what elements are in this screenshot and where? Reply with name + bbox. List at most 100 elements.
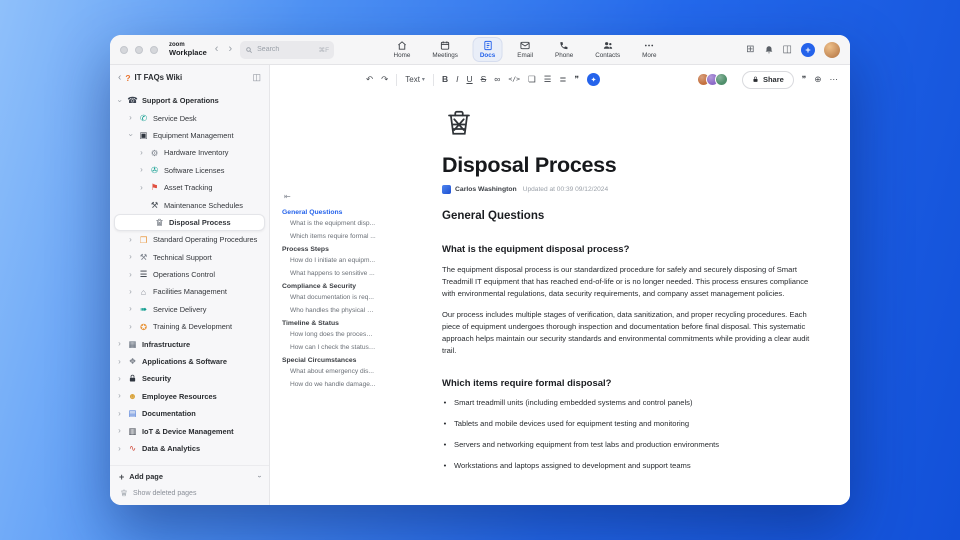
sidebar-item-service-delivery[interactable]: › ➠ Service Delivery (110, 301, 269, 318)
list-icon[interactable]: ☰ (544, 75, 552, 84)
nav-item-docs[interactable]: Docs (473, 38, 502, 61)
bullet-item[interactable]: • Smart treadmill units (including embedd… (442, 398, 820, 407)
doc-h3[interactable]: Which items require formal disposal? (442, 378, 820, 389)
chevron-right-icon[interactable]: › (116, 392, 123, 400)
sidebar-item-iot-device-management[interactable]: › ▥ IoT & Device Management (110, 422, 269, 439)
comments-panel-icon[interactable]: ❞ (802, 75, 807, 84)
chevron-right-icon[interactable]: › (127, 287, 134, 296)
chevron-right-icon[interactable]: › (127, 235, 134, 244)
bullet-item[interactable]: • Servers and networking equipment from t… (442, 440, 820, 449)
sidebar-item-equipment-management[interactable]: › ▣ Equipment Management (110, 127, 269, 144)
nav-item-contacts[interactable]: Contacts (589, 38, 626, 61)
collaborator-avatar[interactable] (714, 73, 728, 86)
doc-p[interactable]: The equipment disposal process is our st… (442, 264, 820, 299)
toc-item[interactable]: What about emergency dis... (282, 368, 376, 375)
maximize-window-button[interactable] (150, 45, 158, 54)
toc-collapse-icon[interactable]: ⇤ (284, 192, 376, 201)
sidebar-item-applications-software[interactable]: › ❖ Applications & Software (110, 353, 269, 370)
nav-item-home[interactable]: Home (388, 38, 417, 61)
sidebar-item-hardware-inventory[interactable]: › ⚙ Hardware Inventory (110, 144, 269, 161)
nav-item-more[interactable]: More (636, 38, 662, 61)
sidebar-item-training-development[interactable]: › ✪ Training & Development (110, 318, 269, 335)
toc-section[interactable]: Special Circumstances (282, 357, 376, 364)
sidebar-item-software-licenses[interactable]: › ✇ Software Licenses (110, 162, 269, 179)
new-item-plus-button[interactable]: + (801, 42, 815, 57)
chevron-right-icon[interactable]: › (116, 409, 123, 418)
close-window-button[interactable] (120, 45, 128, 54)
align-icon[interactable]: ≣ (559, 75, 566, 84)
chevron-right-icon[interactable]: › (127, 253, 134, 261)
underline-button[interactable]: U (466, 75, 472, 84)
nav-item-meetings[interactable]: Meetings (426, 38, 464, 61)
back-button[interactable]: ‹ (213, 44, 221, 55)
sidebar-item-employee-resources[interactable]: › ☻ Employee Resources (110, 388, 269, 405)
toc-item[interactable]: What documentation is req... (282, 294, 376, 301)
toc-section[interactable]: Timeline & Status (282, 320, 376, 327)
doc-h3[interactable]: What is the equipment disposal process? (442, 244, 820, 255)
toc-item[interactable]: How long does the process ... (282, 331, 376, 338)
sidebar-item-support-operations[interactable]: › ☎ Support & Operations (110, 92, 269, 109)
italic-button[interactable]: I (456, 75, 458, 84)
chevron-right-icon[interactable]: › (116, 374, 123, 383)
chevron-right-icon[interactable]: › (138, 148, 145, 157)
toc-item[interactable]: What is the equipment disp... (282, 220, 376, 227)
global-search-input[interactable]: Search ⌘F (240, 40, 335, 59)
apps-grid-icon[interactable]: ⊞ (746, 44, 754, 55)
undo-icon[interactable]: ↶ (366, 75, 373, 84)
chevron-right-icon[interactable]: › (127, 322, 134, 331)
notifications-bell-icon[interactable] (764, 45, 774, 55)
redo-icon[interactable]: ↷ (381, 75, 388, 84)
sidebar-item-standard-operating-procedures[interactable]: › ❐ Standard Operating Procedures (110, 231, 269, 248)
sidebar-back-icon[interactable]: ‹ (118, 72, 121, 83)
ai-companion-icon[interactable]: ✦ (587, 73, 601, 86)
doc-body[interactable]: General Questions What is the equipment d… (442, 210, 820, 470)
blocks-icon[interactable]: ❏ (528, 75, 536, 84)
bold-button[interactable]: B (442, 75, 448, 84)
chevron-right-icon[interactable]: › (127, 305, 134, 313)
code-icon[interactable]: </> (508, 76, 520, 83)
publish-globe-icon[interactable]: ⊕ (814, 75, 821, 84)
chevron-right-icon[interactable]: › (116, 427, 123, 435)
toc-item[interactable]: How do we handle damage... (282, 381, 376, 388)
more-options-icon[interactable]: ⋯ (830, 75, 839, 84)
strikethrough-button[interactable]: S (481, 75, 487, 84)
sidebar-item-security[interactable]: › Security (110, 370, 269, 387)
nav-item-phone[interactable]: Phone (549, 38, 579, 61)
sidebar-item-documentation[interactable]: › ▤ Documentation (110, 405, 269, 422)
chevron-right-icon[interactable]: › (116, 357, 123, 366)
toc-item[interactable]: What happens to sensitive ... (282, 270, 376, 277)
sidebar-item-technical-support[interactable]: › ⚒ Technical Support (110, 249, 269, 266)
chevron-down-icon[interactable]: › (255, 475, 262, 477)
forward-button[interactable]: › (226, 44, 234, 55)
sidebar-item-data-analytics[interactable]: › ∿ Data & Analytics (110, 440, 269, 457)
toc-item[interactable]: Who handles the physical di... (282, 307, 376, 314)
sidebar-panel-icon[interactable]: ◫ (252, 72, 261, 83)
sidebar-item-asset-tracking[interactable]: › ⚑ Asset Tracking (110, 179, 269, 196)
sidebar-item-facilities-management[interactable]: › ⌂ Facilities Management (110, 283, 269, 300)
chevron-down-icon[interactable]: › (127, 132, 136, 139)
user-avatar[interactable] (824, 41, 840, 58)
toc-section[interactable]: Compliance & Security (282, 283, 376, 290)
text-style-dropdown[interactable]: Text ▾ (405, 75, 425, 84)
nav-item-email[interactable]: Email (511, 38, 539, 61)
sidebar-item-disposal-process[interactable]: ›Disposal Process (114, 213, 265, 232)
sidebar-item-infrastructure[interactable]: › ▦ Infrastructure (110, 335, 269, 352)
minimize-window-button[interactable] (135, 45, 143, 54)
doc-p[interactable]: Our process includes multiple stages of … (442, 309, 820, 356)
chevron-right-icon[interactable]: › (138, 183, 145, 192)
chevron-right-icon[interactable]: › (116, 340, 123, 348)
bullet-item[interactable]: • Tablets and mobile devices used for equ… (442, 419, 820, 428)
toc-item[interactable]: How do I initiate an equipm... (282, 257, 376, 264)
toc-item[interactable]: How can I check the status ... (282, 344, 376, 351)
toc-item[interactable]: Which items require formal ... (282, 233, 376, 240)
doc-h2[interactable]: General Questions (442, 210, 820, 222)
chevron-right-icon[interactable]: › (127, 114, 134, 122)
bullet-item[interactable]: • Workstations and laptops assigned to de… (442, 461, 820, 470)
chevron-right-icon[interactable]: › (127, 270, 134, 279)
share-button[interactable]: Share (741, 70, 794, 89)
toc-section[interactable]: Process Steps (282, 246, 376, 253)
chevron-right-icon[interactable]: › (116, 444, 123, 453)
chevron-down-icon[interactable]: › (116, 97, 125, 104)
chevron-right-icon[interactable]: › (138, 166, 145, 174)
comment-icon[interactable]: ❞ (574, 75, 579, 84)
